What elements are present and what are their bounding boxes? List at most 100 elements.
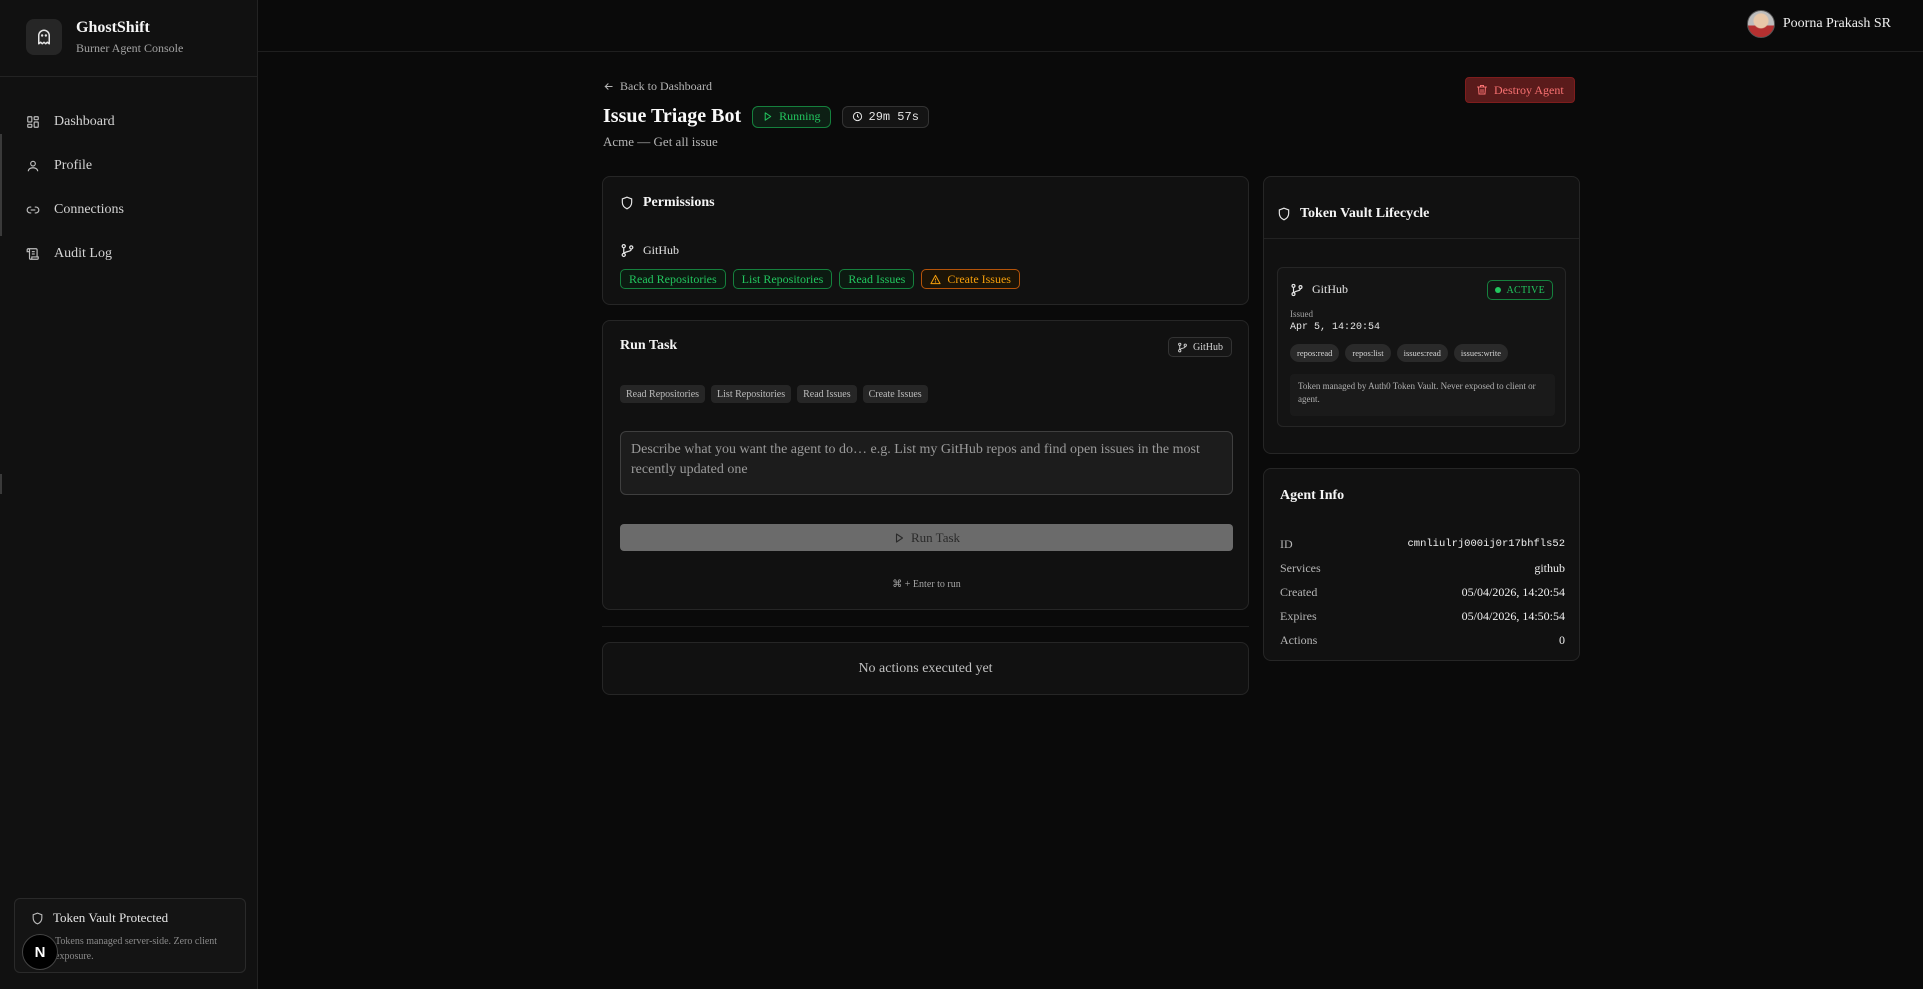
- sidebar-item-dashboard[interactable]: Dashboard: [26, 100, 124, 144]
- vault-protected-description: Tokens managed server-side. Zero client …: [55, 936, 218, 962]
- task-input[interactable]: [620, 431, 1233, 495]
- sidebar-item-label: Profile: [54, 158, 93, 173]
- agent-info-title: Agent Info: [1280, 488, 1345, 503]
- permission-tag: Read Issues: [839, 269, 915, 289]
- play-icon: [893, 532, 905, 544]
- token-service-name: GitHub: [1312, 282, 1348, 296]
- token-scope: issues:read: [1396, 344, 1448, 362]
- token-scope: repos:read: [1290, 344, 1340, 362]
- user-icon: [26, 159, 40, 173]
- info-key: ID: [1280, 536, 1293, 551]
- git-branch-icon: [620, 243, 635, 258]
- back-to-dashboard-link[interactable]: Back to Dashboard: [603, 79, 712, 94]
- info-row-created: Created 05/04/2026, 14:20:54: [1280, 580, 1565, 604]
- info-value: cmnliulrj000ij0r17bhfls52: [1407, 538, 1565, 550]
- info-key: Actions: [1280, 632, 1318, 647]
- agent-title-row: Issue Triage Bot Running 29m 57s: [603, 105, 929, 128]
- issued-label: Issued: [1290, 309, 1313, 319]
- permission-tag-label: Create Issues: [947, 271, 1011, 286]
- ttl-timer: 29m 57s: [841, 105, 929, 128]
- info-value: github: [1534, 560, 1565, 575]
- git-branch-icon: [1177, 342, 1188, 353]
- run-task-title: Run Task: [620, 338, 678, 353]
- info-key: Services: [1280, 560, 1321, 575]
- status-label: Running: [779, 109, 821, 123]
- page-title: Issue Triage Bot: [603, 105, 742, 127]
- scope-tag: Read Repositories: [620, 385, 706, 403]
- scope-tag: Read Issues: [797, 385, 857, 403]
- sidebar-scroll-track: [0, 134, 2, 236]
- sidebar-scroll-thumb[interactable]: [0, 474, 2, 494]
- token-scope: repos:list: [1345, 344, 1391, 362]
- vault-protected-title: Token Vault Protected: [53, 910, 169, 925]
- info-value: 0: [1559, 632, 1565, 647]
- run-task-label: Run Task: [910, 529, 961, 545]
- issued-value: Apr 5, 14:20:54: [1290, 322, 1381, 333]
- brand[interactable]: GhostShift Burner Agent Console: [26, 18, 183, 56]
- info-value: 05/04/2026, 14:20:54: [1461, 584, 1565, 599]
- avatar: [1746, 10, 1775, 38]
- scope-tag: Create Issues: [862, 385, 928, 403]
- info-row-services: Services github: [1280, 556, 1565, 580]
- permission-service: GitHub: [620, 243, 679, 258]
- sidebar-item-label: Connections: [54, 202, 124, 217]
- shield-icon: [31, 912, 44, 925]
- destroy-agent-button[interactable]: Destroy Agent: [1465, 77, 1575, 103]
- user-name: Poorna Prakash SR: [1782, 16, 1891, 31]
- permission-service-name: GitHub: [643, 243, 679, 257]
- shield-icon: [1277, 207, 1291, 221]
- permissions-title: Permissions: [643, 195, 715, 210]
- clock-icon: [852, 111, 863, 122]
- status-badge: ACTIVE: [1486, 280, 1553, 300]
- brand-subtitle: Burner Agent Console: [76, 41, 184, 55]
- status-badge: Running: [752, 105, 831, 128]
- sidebar-item-connections[interactable]: Connections: [26, 188, 124, 232]
- warning-icon: [930, 274, 941, 285]
- git-branch-icon: [1290, 283, 1304, 297]
- keyboard-hint: ⌘ + Enter to run: [892, 579, 961, 590]
- permission-tag: List Repositories: [732, 269, 833, 289]
- agent-info-card: Agent Info ID cmnliulrj000ij0r17bhfls52 …: [1263, 468, 1580, 661]
- scroll-icon: [26, 247, 40, 261]
- token-scope: issues:write: [1453, 344, 1509, 362]
- sidebar-item-audit-log[interactable]: Audit Log: [26, 232, 124, 276]
- actions-empty-state: No actions executed yet: [602, 642, 1249, 695]
- ghost-icon: [26, 19, 62, 55]
- arrow-left-icon: [603, 81, 614, 92]
- dev-tools-badge[interactable]: N: [22, 934, 58, 970]
- permissions-card: Permissions GitHub Read Repositories Lis…: [602, 176, 1249, 305]
- vault-lifecycle-title: Token Vault Lifecycle: [1300, 206, 1430, 221]
- trash-icon: [1476, 84, 1488, 96]
- user-menu[interactable]: Poorna Prakash SR: [1746, 10, 1891, 38]
- token-note: Token managed by Auth0 Token Vault. Neve…: [1290, 374, 1555, 416]
- token-scopes: repos:read repos:list issues:read issues…: [1290, 344, 1509, 362]
- permission-tag-warning: Create Issues: [921, 269, 1020, 289]
- brand-name: GhostShift: [76, 19, 150, 36]
- run-task-card: Run Task GitHub Read Repositories List R…: [602, 320, 1249, 610]
- run-task-button[interactable]: Run Task: [620, 524, 1233, 551]
- scope-tags: Read Repositories List Repositories Read…: [620, 385, 928, 403]
- token-status: ACTIVE: [1506, 284, 1545, 296]
- sidebar: GhostShift Burner Agent Console Dashboar…: [0, 0, 258, 989]
- shield-icon: [620, 196, 634, 210]
- service-chip: GitHub: [1168, 337, 1232, 357]
- info-value: 05/04/2026, 14:50:54: [1461, 608, 1565, 623]
- link-icon: [26, 203, 40, 217]
- info-key: Created: [1280, 584, 1318, 599]
- sidebar-divider: [0, 76, 258, 77]
- play-icon: [762, 111, 773, 122]
- top-bar: Poorna Prakash SR: [258, 0, 1923, 52]
- divider: [602, 626, 1249, 627]
- back-link-label: Back to Dashboard: [620, 79, 712, 93]
- empty-state-text: No actions executed yet: [858, 660, 993, 676]
- scope-tag: List Repositories: [711, 385, 792, 403]
- info-row-actions: Actions 0: [1280, 628, 1565, 652]
- status-dot: [1494, 287, 1501, 293]
- sidebar-item-profile[interactable]: Profile: [26, 144, 124, 188]
- info-row-expires: Expires 05/04/2026, 14:50:54: [1280, 604, 1565, 628]
- timer-value: 29m 57s: [868, 109, 919, 124]
- token-vault-lifecycle-card: Token Vault Lifecycle GitHub ACTIVE Issu…: [1263, 176, 1580, 454]
- service-chip-label: GitHub: [1193, 341, 1223, 353]
- sidebar-nav: Dashboard Profile Connections Audit Log: [26, 100, 124, 276]
- agent-info-list: ID cmnliulrj000ij0r17bhfls52 Services gi…: [1280, 532, 1565, 652]
